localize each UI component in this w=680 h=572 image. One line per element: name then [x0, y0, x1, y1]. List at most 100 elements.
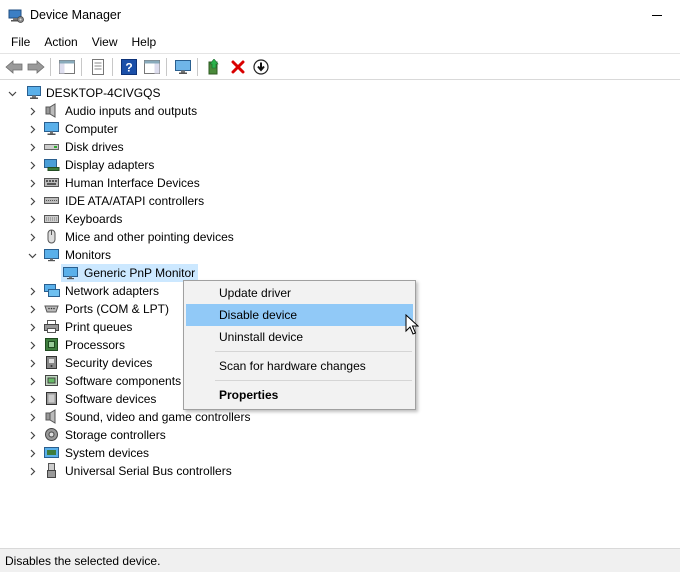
chevron-right-icon[interactable] — [28, 341, 37, 350]
update-driver-menu-item[interactable]: Update driver — [186, 282, 413, 304]
status-text: Disables the selected device. — [5, 554, 161, 568]
minimize-button[interactable] — [634, 0, 680, 31]
tree-item-label: Generic PnP Monitor — [84, 266, 196, 280]
tree-item-category[interactable]: Monitors — [0, 246, 400, 264]
chevron-right-icon[interactable] — [28, 233, 37, 242]
tree-item-category[interactable]: Display adapters — [0, 156, 400, 174]
chevron-right-icon[interactable] — [28, 197, 37, 206]
device-manager-icon — [8, 9, 24, 23]
tree-item-category[interactable]: Sound, video and game controllers — [0, 408, 400, 426]
menu-separator — [215, 380, 412, 381]
tree-item-category[interactable]: Keyboards — [0, 210, 400, 228]
chevron-right-icon[interactable] — [28, 323, 37, 332]
disable-device-menu-item[interactable]: Disable device — [186, 304, 413, 326]
tree-item-label: Display adapters — [65, 158, 155, 172]
chevron-right-icon[interactable] — [28, 215, 37, 224]
chevron-right-icon[interactable] — [28, 107, 37, 116]
tree-item-label: Ports (COM & LPT) — [65, 302, 170, 316]
menu-item-label: Properties — [219, 388, 279, 402]
monitor-scan-icon[interactable] — [174, 58, 192, 76]
tree-item-category[interactable]: Human Interface Devices — [0, 174, 400, 192]
chevron-right-icon[interactable] — [28, 359, 37, 368]
menu-view[interactable]: View — [85, 31, 125, 53]
chevron-right-icon[interactable] — [28, 431, 37, 440]
tree-item-category[interactable]: Computer — [0, 120, 400, 138]
hid-icon — [43, 175, 60, 190]
monitor-icon — [43, 247, 60, 262]
tree-item-label: Universal Serial Bus controllers — [65, 464, 232, 478]
context-menu: Update driver Disable device Uninstall d… — [183, 280, 416, 410]
display-adapter-icon — [43, 157, 60, 172]
tree-root-label: DESKTOP-4CIVGQS — [46, 86, 161, 100]
tree-item-category[interactable]: Audio inputs and outputs — [0, 102, 400, 120]
show-hide-tree-icon[interactable] — [58, 58, 76, 76]
download-driver-icon[interactable] — [252, 58, 270, 76]
tree-item-category[interactable]: Disk drives — [0, 138, 400, 156]
menu-file[interactable]: File — [0, 31, 37, 53]
scan-hardware-menu-item[interactable]: Scan for hardware changes — [186, 355, 413, 377]
chevron-right-icon[interactable] — [28, 143, 37, 152]
tree-item-category[interactable]: Universal Serial Bus controllers — [0, 462, 400, 480]
tree-item-label: IDE ATA/ATAPI controllers — [65, 194, 205, 208]
forward-arrow-icon[interactable] — [27, 58, 45, 76]
tree-item-label: Computer — [65, 122, 118, 136]
action-pane-icon[interactable] — [143, 58, 161, 76]
help-icon[interactable]: ? — [120, 58, 138, 76]
chevron-down-icon[interactable] — [28, 251, 37, 260]
menu-item-label: Scan for hardware changes — [219, 359, 366, 373]
tree-item-label: Print queues — [65, 320, 133, 334]
uninstall-device-icon[interactable] — [229, 58, 247, 76]
tree-item-label: Disk drives — [65, 140, 124, 154]
chevron-right-icon[interactable] — [28, 161, 37, 170]
chevron-right-icon[interactable] — [28, 395, 37, 404]
menu-help[interactable]: Help — [125, 31, 164, 53]
chevron-right-icon[interactable] — [28, 287, 37, 296]
properties-menu-item[interactable]: Properties — [186, 384, 413, 406]
uninstall-device-menu-item[interactable]: Uninstall device — [186, 326, 413, 348]
mouse-icon — [43, 229, 60, 244]
chevron-right-icon[interactable] — [28, 377, 37, 386]
window-title: Device Manager — [30, 8, 122, 22]
menu-item-label: Disable device — [219, 308, 298, 322]
tree-item-category[interactable]: Storage controllers — [0, 426, 400, 444]
toolbar-separator — [81, 58, 82, 76]
tree-item-label: Keyboards — [65, 212, 123, 226]
toolbar-separator — [166, 58, 167, 76]
menu-action[interactable]: Action — [37, 31, 84, 53]
chevron-right-icon[interactable] — [28, 125, 37, 134]
keyboard-icon — [43, 211, 60, 226]
chevron-right-icon[interactable] — [28, 305, 37, 314]
tree-root[interactable]: DESKTOP-4CIVGQS — [0, 84, 400, 102]
chevron-right-icon[interactable] — [28, 467, 37, 476]
tree-item-category[interactable]: IDE ATA/ATAPI controllers — [0, 192, 400, 210]
chevron-right-icon[interactable] — [28, 179, 37, 188]
software-device-icon — [43, 391, 60, 406]
chevron-down-icon[interactable] — [8, 89, 17, 98]
update-driver-icon[interactable] — [205, 58, 223, 76]
tree-item-label: Mice and other pointing devices — [65, 230, 234, 244]
tree-item-label: System devices — [65, 446, 150, 460]
processor-icon — [43, 337, 60, 352]
chevron-right-icon[interactable] — [28, 413, 37, 422]
chevron-right-icon[interactable] — [28, 449, 37, 458]
computer-icon — [43, 121, 60, 136]
storage-controller-icon — [43, 427, 60, 442]
toolbar-separator — [197, 58, 198, 76]
toolbar: ? — [0, 53, 680, 80]
computer-icon — [26, 85, 43, 100]
properties-page-icon[interactable] — [89, 58, 107, 76]
tree-item-label: Software devices — [65, 392, 157, 406]
status-bar: Disables the selected device. — [0, 548, 680, 572]
speaker-icon — [43, 103, 60, 118]
menu-bar: File Action View Help — [0, 31, 680, 53]
svg-text:?: ? — [125, 61, 132, 75]
tree-item-category[interactable]: System devices — [0, 444, 400, 462]
tree-item-label: Audio inputs and outputs — [65, 104, 198, 118]
tree-item-category[interactable]: Mice and other pointing devices — [0, 228, 400, 246]
back-arrow-icon[interactable] — [5, 58, 23, 76]
tree-item-label: Sound, video and game controllers — [65, 410, 251, 424]
printer-icon — [43, 319, 60, 334]
monitor-icon — [62, 265, 79, 280]
usb-controller-icon — [43, 463, 60, 478]
menu-separator — [215, 351, 412, 352]
